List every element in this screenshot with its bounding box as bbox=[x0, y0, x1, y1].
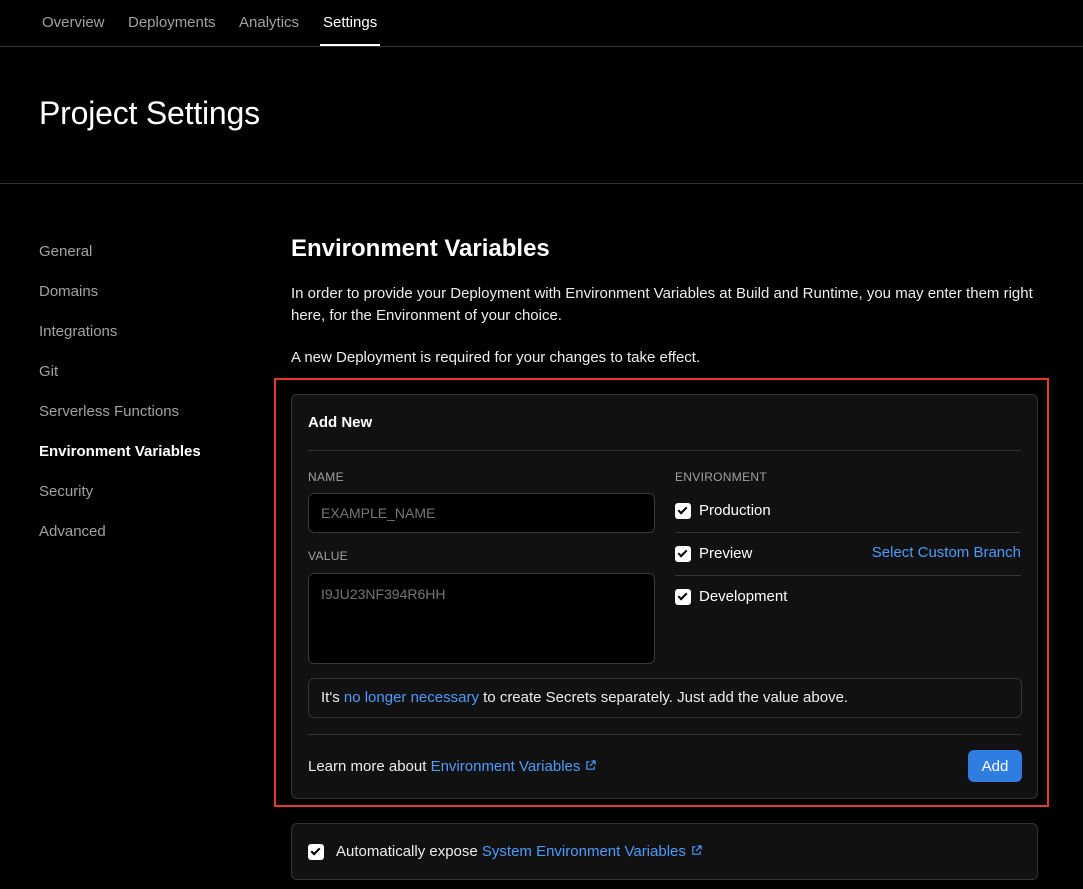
learn-more-text: Learn more about Environment Variables bbox=[308, 758, 597, 775]
top-nav: Overview Deployments Analytics Settings bbox=[0, 0, 1083, 47]
system-link-label: System Environment Variables bbox=[481, 843, 686, 860]
system-env-card: Automatically expose System Environment … bbox=[291, 823, 1038, 880]
section-title: Environment Variables bbox=[291, 235, 550, 262]
env-row-production: Production bbox=[675, 490, 1021, 533]
sidebar-item-advanced[interactable]: Advanced bbox=[39, 523, 106, 540]
production-checkbox[interactable] bbox=[675, 503, 691, 519]
external-link-icon bbox=[692, 845, 702, 855]
add-button[interactable]: Add bbox=[968, 750, 1022, 782]
name-label: NAME bbox=[308, 470, 344, 484]
sidebar-item-general[interactable]: General bbox=[39, 243, 92, 260]
sidebar-item-environment-variables[interactable]: Environment Variables bbox=[39, 443, 201, 460]
no-longer-necessary-link[interactable]: no longer necessary bbox=[344, 689, 479, 706]
info-prefix: It's bbox=[321, 689, 344, 706]
check-icon bbox=[677, 504, 688, 515]
page-header: Project Settings bbox=[0, 47, 1083, 184]
check-icon bbox=[677, 590, 688, 601]
sidebar-item-security[interactable]: Security bbox=[39, 483, 93, 500]
system-env-vars-link[interactable]: System Environment Variables bbox=[482, 843, 702, 860]
page-title: Project Settings bbox=[39, 95, 260, 131]
tab-settings[interactable]: Settings bbox=[323, 14, 377, 31]
development-checkbox[interactable] bbox=[675, 589, 691, 605]
production-label: Production bbox=[699, 502, 771, 519]
select-custom-branch-link[interactable]: Select Custom Branch bbox=[872, 544, 1021, 561]
env-row-preview: Preview Select Custom Branch bbox=[675, 533, 1021, 576]
value-label: VALUE bbox=[308, 549, 348, 563]
sidebar-item-integrations[interactable]: Integrations bbox=[39, 323, 117, 340]
sidebar-item-serverless-functions[interactable]: Serverless Functions bbox=[39, 403, 179, 420]
tab-analytics[interactable]: Analytics bbox=[239, 14, 299, 31]
add-new-title: Add New bbox=[308, 414, 373, 431]
section-description: In order to provide your Deployment with… bbox=[291, 285, 1033, 324]
check-icon bbox=[677, 547, 688, 558]
learn-prefix: Learn more about bbox=[308, 758, 431, 775]
card-divider bbox=[308, 734, 1021, 735]
check-icon bbox=[310, 845, 321, 856]
development-label: Development bbox=[699, 588, 788, 605]
preview-label: Preview bbox=[699, 545, 753, 562]
info-suffix: to create Secrets separately. Just add t… bbox=[478, 689, 849, 706]
external-link-icon bbox=[586, 760, 597, 770]
environment-variables-docs-link[interactable]: Environment Variables bbox=[431, 758, 597, 775]
sidebar-item-domains[interactable]: Domains bbox=[39, 283, 98, 300]
preview-checkbox[interactable] bbox=[675, 546, 691, 562]
expose-system-vars-checkbox[interactable] bbox=[308, 844, 324, 860]
name-input[interactable] bbox=[308, 493, 655, 533]
secrets-info-box: It's no longer necessary to create Secre… bbox=[308, 678, 1022, 718]
expose-system-vars-text: Automatically expose System Environment … bbox=[336, 843, 702, 860]
add-new-card: Add New NAME VALUE ENVIRONMENT Productio… bbox=[291, 394, 1038, 799]
expose-prefix: Automatically expose bbox=[336, 843, 482, 860]
tab-overview[interactable]: Overview bbox=[42, 14, 105, 31]
card-divider bbox=[308, 450, 1021, 451]
sidebar-item-git[interactable]: Git bbox=[39, 363, 58, 380]
active-tab-indicator bbox=[320, 44, 380, 46]
deployment-note: A new Deployment is required for your ch… bbox=[291, 349, 701, 366]
value-textarea[interactable] bbox=[308, 573, 655, 664]
learn-link-label: Environment Variables bbox=[430, 758, 581, 775]
tab-deployments[interactable]: Deployments bbox=[128, 14, 216, 31]
environment-label: ENVIRONMENT bbox=[675, 470, 767, 484]
env-row-development: Development bbox=[675, 576, 1021, 619]
